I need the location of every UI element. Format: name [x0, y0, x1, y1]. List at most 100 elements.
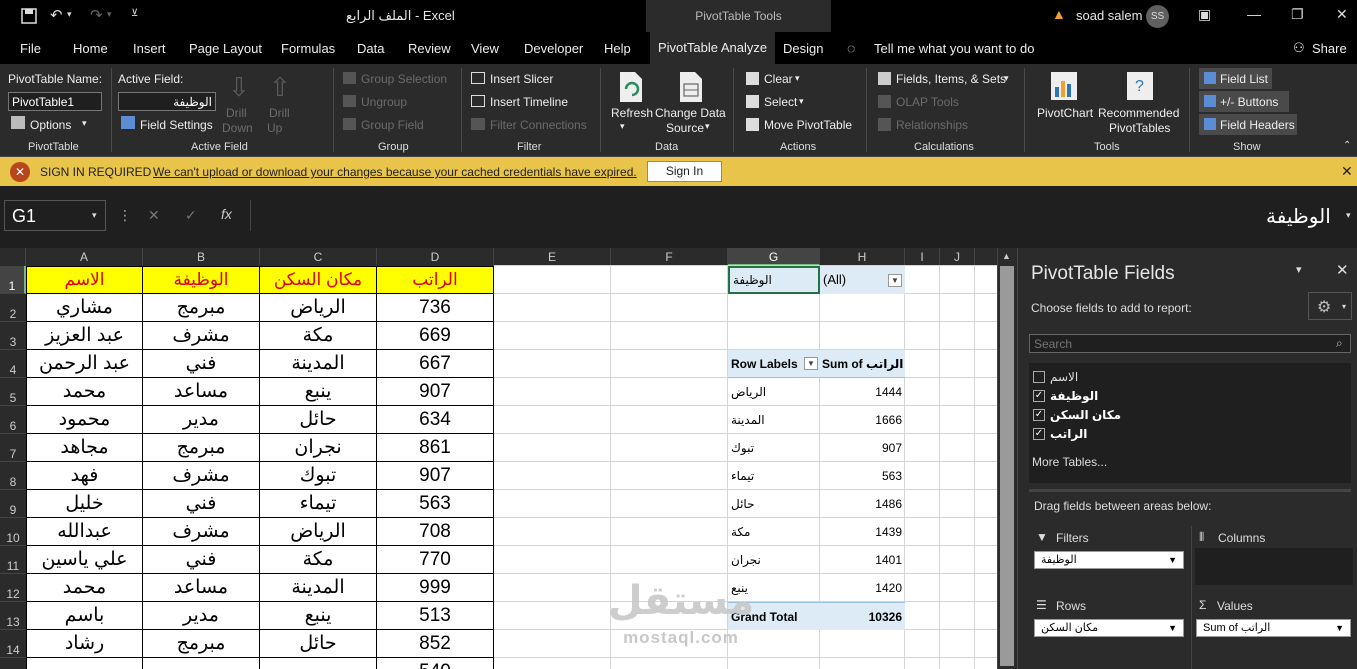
table-cell[interactable]: المدينة — [260, 350, 377, 378]
fields-items-dropdown-icon[interactable]: ▾ — [1004, 73, 1009, 84]
more-options-icon[interactable]: ⋮ — [118, 207, 132, 224]
table-cell[interactable]: 770 — [377, 546, 494, 574]
table-cell[interactable]: مشرف — [143, 518, 260, 546]
table-cell[interactable]: عبد الرحمن — [26, 350, 143, 378]
column-header-j[interactable]: J — [940, 248, 975, 266]
pane-splitter[interactable] — [1029, 489, 1351, 492]
cancel-icon[interactable]: ✕ — [148, 207, 160, 224]
scroll-up-icon[interactable]: ▲ — [1002, 251, 1011, 261]
options-dropdown-icon[interactable]: ▾ — [82, 118, 87, 129]
row-header[interactable]: 9 — [0, 490, 26, 518]
table-cell[interactable]: مبرمج — [143, 434, 260, 462]
table-cell[interactable]: فني — [143, 546, 260, 574]
name-box-dropdown-icon[interactable]: ▾ — [92, 210, 97, 221]
customize-toolbar-icon[interactable]: ⊻ — [131, 8, 138, 19]
tab-data[interactable]: Data — [357, 41, 384, 56]
recommended-pivottables-button-2[interactable]: PivotTables — [1109, 121, 1170, 135]
field-headers-toggle[interactable]: Field Headers — [1220, 118, 1295, 132]
tab-review[interactable]: Review — [408, 41, 451, 56]
column-header-h[interactable]: H — [820, 248, 905, 266]
table-cell[interactable]: 861 — [377, 434, 494, 462]
tab-insert[interactable]: Insert — [133, 41, 166, 56]
table-cell[interactable]: 907 — [377, 378, 494, 406]
tab-page-layout[interactable]: Page Layout — [189, 41, 262, 56]
table-cell[interactable]: 907 — [377, 462, 494, 490]
pivot-row-value[interactable]: 1439 — [820, 525, 902, 539]
row-header[interactable]: 14 — [0, 630, 26, 658]
pivot-row-value[interactable]: 1486 — [820, 497, 902, 511]
active-field-input[interactable] — [118, 92, 216, 111]
column-header-c[interactable]: C — [260, 248, 377, 266]
more-tables-link[interactable]: More Tables... — [1032, 455, 1107, 469]
pivot-row-label[interactable]: الرياض — [731, 385, 766, 399]
restore-icon[interactable]: ❐ — [1291, 6, 1304, 23]
table-cell[interactable]: المدينة — [260, 574, 377, 602]
pivot-row-label[interactable]: حائل — [731, 497, 755, 511]
table-cell[interactable]: 736 — [377, 294, 494, 322]
row-header[interactable]: 2 — [0, 294, 26, 322]
table-cell[interactable]: مشرف — [143, 322, 260, 350]
table-cell[interactable]: مساعد — [143, 378, 260, 406]
select-all-corner[interactable] — [0, 248, 26, 266]
table-cell[interactable]: 669 — [377, 322, 494, 350]
change-data-source-button[interactable]: Change Data — [655, 106, 726, 120]
table-cell[interactable]: الرياض — [260, 518, 377, 546]
tab-formulas[interactable]: Formulas — [281, 41, 335, 56]
table-cell[interactable]: نجران — [260, 434, 377, 462]
table-cell[interactable]: فهد — [26, 462, 143, 490]
clear-button[interactable]: Clear — [764, 72, 793, 86]
pivot-sum-header[interactable]: Sum of الراتب — [822, 357, 903, 371]
filters-field-dropdown[interactable]: الوظيفة ▼ — [1034, 551, 1184, 569]
rows-field-dropdown[interactable]: مكان السكن ▼ — [1034, 619, 1184, 637]
close-pane-icon[interactable]: ✕ — [1336, 261, 1349, 279]
table-cell[interactable]: 667 — [377, 350, 494, 378]
table-cell[interactable]: محمد — [26, 378, 143, 406]
filter-dropdown-icon[interactable]: ▼ — [888, 274, 902, 287]
search-icon[interactable]: ⌕ — [1336, 336, 1343, 351]
pivot-row-value[interactable]: 1401 — [820, 553, 902, 567]
table-cell[interactable]: فني — [143, 490, 260, 518]
pivot-row-labels-header[interactable]: Row Labels — [731, 357, 798, 371]
field-checkbox[interactable] — [1033, 371, 1045, 383]
table-cell[interactable]: مدير — [143, 602, 260, 630]
field-checkbox[interactable]: ✓ — [1033, 428, 1045, 440]
row-header[interactable]: 6 — [0, 406, 26, 434]
row-header[interactable]: 5 — [0, 378, 26, 406]
recommended-pivottables-button[interactable]: Recommended — [1098, 106, 1179, 120]
table-cell-partial[interactable] — [143, 658, 260, 669]
pivot-row-label[interactable]: المدينة — [731, 413, 765, 427]
field-list-button[interactable]: Field List — [1220, 72, 1268, 86]
tab-home[interactable]: Home — [73, 41, 108, 56]
column-header-f[interactable]: F — [611, 248, 728, 266]
table-cell[interactable]: 513 — [377, 602, 494, 630]
pivot-row-value[interactable]: 1666 — [820, 413, 902, 427]
table-cell[interactable]: 563 — [377, 490, 494, 518]
table-cell[interactable]: رشاد — [26, 630, 143, 658]
tab-pivottable-analyze[interactable]: PivotTable Analyze — [650, 32, 776, 64]
ribbon-display-icon[interactable]: ▣ — [1198, 6, 1211, 23]
save-icon[interactable] — [21, 8, 37, 24]
tab-file[interactable]: File — [20, 41, 41, 56]
table-cell[interactable]: 634 — [377, 406, 494, 434]
columns-drop-area[interactable] — [1195, 548, 1353, 585]
scrollbar-thumb[interactable] — [1000, 266, 1014, 666]
table-cell-partial[interactable] — [26, 658, 143, 669]
row-header-partial[interactable] — [0, 658, 26, 669]
table-cell[interactable]: محمود — [26, 406, 143, 434]
column-header-b[interactable]: B — [143, 248, 260, 266]
row-header[interactable]: 4 — [0, 350, 26, 378]
pivot-row-label[interactable]: مكة — [731, 525, 751, 539]
table-cell-partial[interactable] — [260, 658, 377, 669]
column-header-i[interactable]: I — [905, 248, 940, 266]
table-cell[interactable]: علي ياسين — [26, 546, 143, 574]
buttons-toggle[interactable]: +/- Buttons — [1220, 95, 1278, 109]
pivotchart-button[interactable]: PivotChart — [1037, 106, 1093, 120]
minimize-icon[interactable]: — — [1247, 6, 1261, 22]
column-header-g[interactable]: G — [728, 248, 820, 266]
column-header-d[interactable]: D — [377, 248, 494, 266]
table-cell[interactable]: 999 — [377, 574, 494, 602]
avatar[interactable]: SS — [1146, 5, 1169, 28]
close-icon[interactable]: ✕ — [1336, 6, 1348, 23]
change-data-source-button-2[interactable]: Source — [666, 121, 704, 135]
table-cell[interactable]: فني — [143, 350, 260, 378]
